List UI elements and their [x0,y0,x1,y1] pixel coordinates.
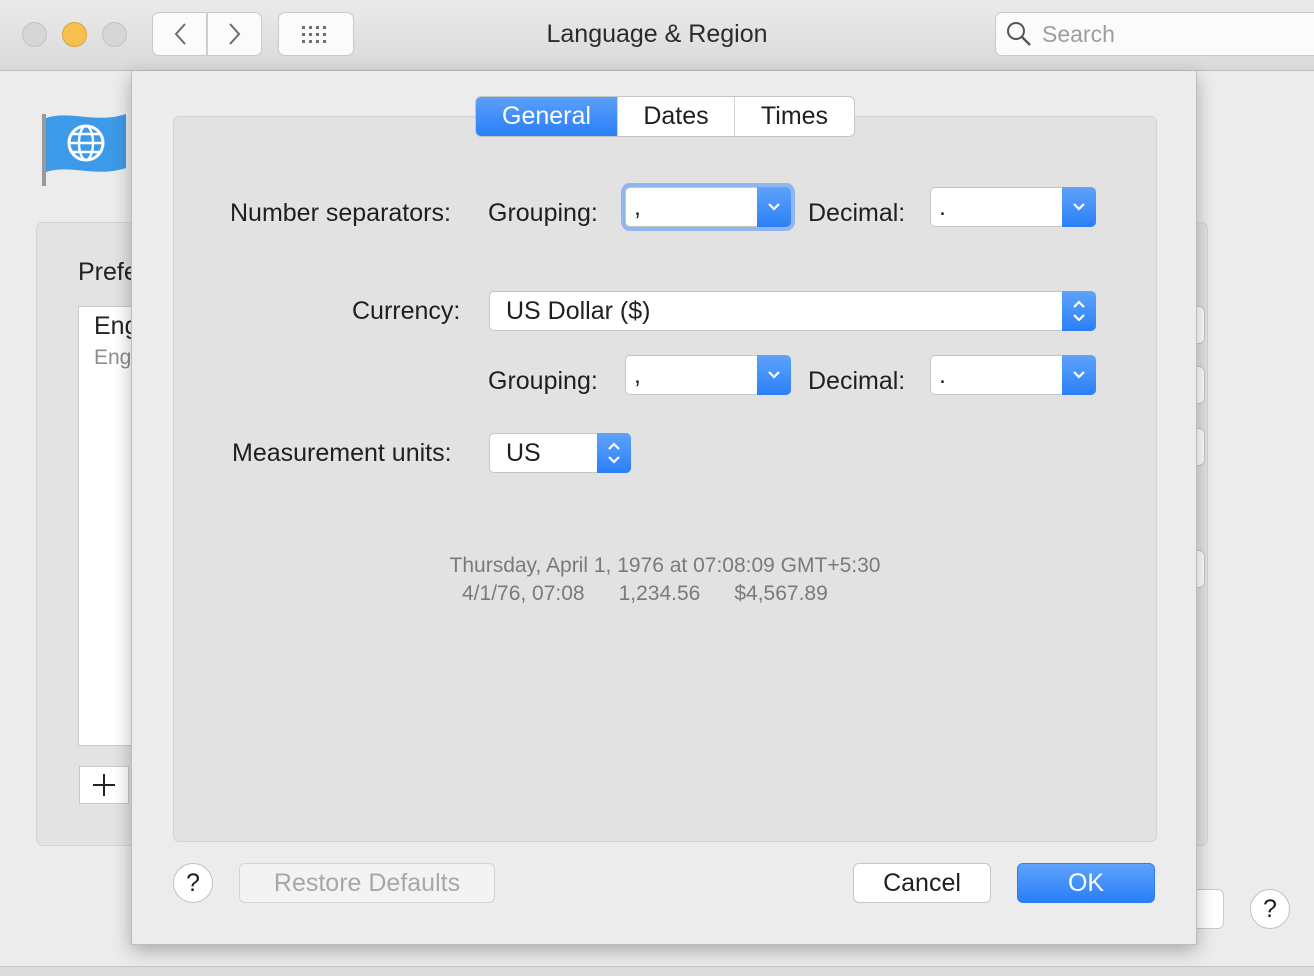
currency-grouping-label: Grouping: [488,367,598,395]
currency-grouping-value: , [634,360,641,389]
currency-grouping-popup[interactable]: , [625,355,791,395]
background-help-button[interactable]: ? [1250,889,1290,929]
number-separators-label: Number separators: [230,199,451,227]
measurement-units-label: Measurement units: [232,439,452,467]
tab-bar: General Dates Times [475,96,855,137]
currency-decimal-popup[interactable]: . [930,355,1096,395]
search-placeholder: Search [1042,20,1115,47]
sample-date-text: Thursday, April 1, 1976 at 07:08:09 GMT+… [449,554,881,577]
measurement-units-popup[interactable]: US [489,433,631,473]
advanced-sheet: General Dates Times Number separators: G… [131,71,1197,945]
chevron-down-icon [757,355,791,395]
chevron-down-icon [757,187,791,227]
sample-short-date: 4/1/76, 07:08 [462,582,585,605]
plus-icon [93,774,115,796]
search-icon [1007,22,1031,46]
language-region-flag-icon [42,114,126,186]
chevron-down-icon [1062,187,1096,227]
languages-list[interactable] [78,306,138,746]
preferred-languages-label: Prefe [78,258,138,286]
sample-currency: $4,567.89 [734,582,828,605]
tab-dates[interactable]: Dates [618,97,735,136]
restore-defaults-button[interactable]: Restore Defaults [239,863,495,903]
currency-value: US Dollar ($) [506,296,651,325]
updown-chevron-icon [597,433,631,473]
updown-chevron-icon [1062,291,1096,331]
currency-decimal-value: . [939,360,946,389]
add-language-button[interactable] [79,766,129,804]
tab-times[interactable]: Times [735,97,854,136]
help-button[interactable]: ? [173,863,213,903]
number-decimal-popup[interactable]: . [930,187,1096,227]
currency-popup[interactable]: US Dollar ($) [489,291,1096,331]
search-field[interactable]: Search [995,12,1314,56]
currency-label: Currency: [352,297,461,325]
number-grouping-label: Grouping: [488,199,598,227]
number-decimal-label: Decimal: [808,199,906,227]
title-bar: Language & Region Search [0,0,1314,71]
currency-decimal-label: Decimal: [808,367,906,395]
chevron-down-icon [1062,355,1096,395]
bottom-edge [0,966,1314,976]
sample-number: 1,234.56 [618,582,701,605]
number-grouping-value: , [634,192,641,221]
number-decimal-value: . [939,192,946,221]
ok-button[interactable]: OK [1017,863,1155,903]
sample-formats: 4/1/76, 07:08 1,234.56 $4,567.89 [462,582,828,606]
number-grouping-popup[interactable]: , [625,187,791,227]
cancel-button[interactable]: Cancel [853,863,991,903]
measurement-units-value: US [506,438,541,467]
tab-general[interactable]: General [476,97,618,136]
language-secondary-text: Eng [94,346,132,369]
